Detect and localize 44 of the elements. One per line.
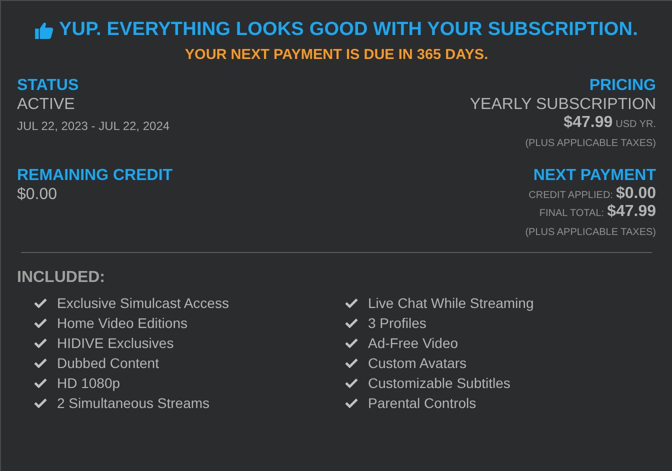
tax-note: (PLUS APPLICABLE TAXES) — [525, 227, 656, 238]
checkmark-icon — [345, 358, 358, 368]
feature-item: Exclusive Simulcast Access — [57, 295, 229, 311]
checkmark-icon — [34, 338, 47, 348]
checkmark-icon — [34, 398, 47, 408]
feature-item: HD 1080p — [57, 375, 120, 391]
subscription-period: JUL 22, 2023 - JUL 22, 2024 — [17, 119, 170, 133]
feature-item: Home Video Editions — [57, 315, 188, 331]
price-unit: USD YR. — [616, 119, 656, 130]
remaining-credit-value: $0.00 — [17, 186, 58, 204]
included-label: INCLUDED: — [17, 269, 106, 287]
checkmark-icon — [345, 298, 358, 308]
checkmark-icon — [345, 338, 358, 348]
remaining-credit-label: REMAINING CREDIT — [17, 167, 173, 185]
amount-label: FINAL TOTAL: — [539, 208, 604, 219]
feature-item: HIDIVE Exclusives — [57, 335, 174, 351]
feature-item: Ad-Free Video — [368, 335, 458, 351]
checkmark-icon — [34, 378, 47, 388]
price: $47.99 — [564, 114, 613, 132]
feature-item: Live Chat While Streaming — [368, 295, 534, 311]
pricing-label: PRICING — [589, 77, 656, 95]
checkmark-icon — [345, 398, 358, 408]
feature-item: Custom Avatars — [368, 355, 467, 371]
checkmark-icon — [34, 358, 47, 368]
feature-item: 3 Profiles — [368, 315, 426, 331]
checkmark-icon — [34, 318, 47, 328]
feature-item: Dubbed Content — [57, 355, 159, 371]
tax-note: (PLUS APPLICABLE TAXES) — [525, 138, 656, 149]
plan-name: YEARLY SUBSCRIPTION — [470, 96, 656, 114]
checkmark-icon — [345, 318, 358, 328]
checkmark-icon — [345, 378, 358, 388]
status-headline: YUP. EVERYTHING LOOKS GOOD WITH YOUR SUBSCRIPTION. — [59, 19, 638, 41]
amount-value: $0.00 — [616, 185, 656, 203]
feature-item: 2 Simultaneous Streams — [57, 395, 210, 411]
amount-value: $47.99 — [607, 203, 656, 221]
feature-item: Customizable Subtitles — [368, 375, 510, 391]
payment-due-notice: YOUR NEXT PAYMENT IS DUE IN 365 DAYS. — [184, 47, 490, 63]
thumbs-up-icon — [35, 22, 54, 38]
next-payment-label: NEXT PAYMENT — [533, 167, 656, 185]
status-label: STATUS — [17, 77, 80, 95]
amount-label: CREDIT APPLIED: — [528, 190, 613, 201]
status-value: ACTIVE — [17, 96, 76, 114]
checkmark-icon — [34, 298, 47, 308]
feature-item: Parental Controls — [368, 395, 476, 411]
